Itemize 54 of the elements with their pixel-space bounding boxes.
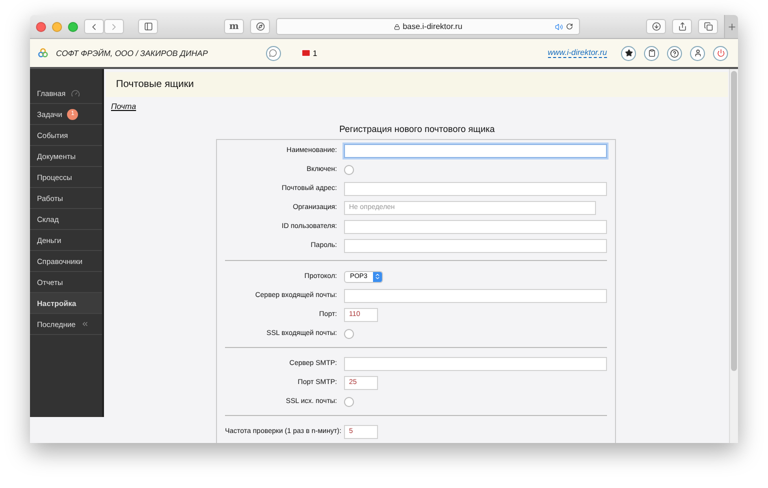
user-icon — [694, 49, 702, 57]
text-field[interactable] — [344, 182, 607, 196]
user-button[interactable] — [690, 46, 705, 60]
plus-icon — [726, 22, 736, 32]
star-icon — [624, 49, 632, 57]
checkbox[interactable] — [344, 396, 354, 406]
compass-button[interactable] — [250, 19, 270, 34]
tabs-button[interactable] — [698, 19, 718, 34]
back-button[interactable] — [84, 19, 104, 34]
page-title: Почтовые ящики — [106, 72, 728, 97]
text-field[interactable] — [344, 220, 607, 234]
tabs-icon — [704, 22, 712, 31]
chat-button[interactable] — [266, 46, 281, 60]
gauge-icon — [70, 88, 80, 98]
compass-icon — [256, 22, 264, 31]
zoom-button[interactable] — [68, 22, 78, 32]
lock-icon — [394, 24, 400, 30]
speaker-icon[interactable] — [555, 22, 563, 30]
company-name: СОФТ ФРЭЙМ, ООО / ЗАКИРОВ ДИНАР — [56, 48, 208, 58]
reload-icon[interactable] — [566, 23, 573, 30]
download-icon — [652, 22, 660, 31]
form-title: Регистрация нового почтового ящика — [338, 124, 496, 134]
sidebar-icon — [144, 22, 152, 31]
logo-icon — [38, 48, 48, 58]
address-bar[interactable]: base.i-direktor.ru — [276, 18, 580, 35]
forward-button[interactable] — [104, 19, 124, 34]
power-button[interactable] — [713, 46, 728, 60]
favorites-button[interactable] — [621, 46, 636, 60]
share-icon — [678, 22, 686, 31]
new-tab-button[interactable] — [724, 15, 738, 38]
clipboard-icon — [648, 49, 656, 57]
mail-count: 1 — [312, 48, 318, 58]
text-field[interactable] — [344, 238, 607, 252]
text-field[interactable] — [344, 144, 607, 158]
power-icon — [716, 49, 724, 57]
help-button[interactable] — [667, 46, 682, 60]
text-field[interactable] — [344, 288, 607, 302]
site-link[interactable]: www.i-direktor.ru — [548, 48, 607, 58]
clipboard-button[interactable] — [644, 46, 659, 60]
checkbox[interactable] — [344, 328, 354, 338]
extension-button[interactable]: m — [224, 19, 244, 34]
collapse-icon[interactable] — [80, 320, 89, 328]
download-button[interactable] — [646, 19, 666, 34]
share-button[interactable] — [672, 19, 692, 34]
text-field[interactable] — [344, 356, 607, 370]
sidebar-button[interactable] — [138, 19, 158, 34]
close-button[interactable] — [36, 22, 46, 32]
chat-icon — [269, 49, 278, 57]
help-icon — [670, 48, 679, 58]
breadcrumb-link[interactable]: Почта — [111, 102, 136, 111]
scrollbar[interactable] — [729, 69, 738, 443]
stepper-icon — [373, 272, 382, 282]
checkbox[interactable] — [344, 164, 354, 174]
minimize-button[interactable] — [52, 22, 62, 32]
